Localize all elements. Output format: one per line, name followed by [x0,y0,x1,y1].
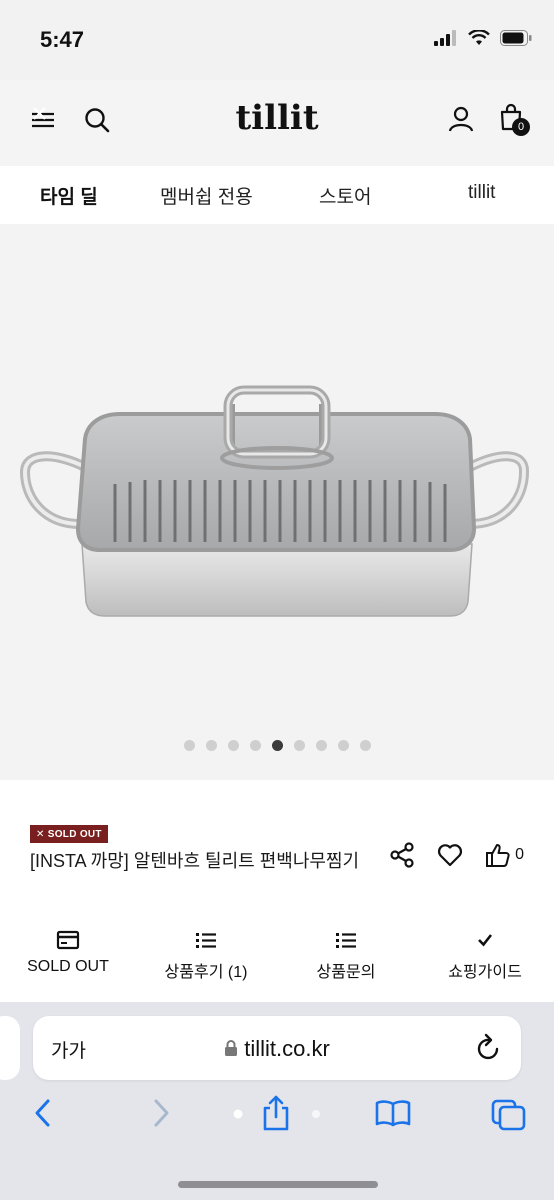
tab-shopping-guide[interactable]: 쇼핑가이드 [444,930,526,982]
carousel-dot[interactable] [337,740,349,751]
nav-tab-store[interactable]: 스토어 [319,182,371,209]
product-title: [INSTA 까망] 알텐바흐 틸리트 편백나무찜기 [30,851,360,871]
product-tab-row: SOLD OUT 상품후기 (1) 상품문의 쇼핑가이드 [0,930,554,1002]
browser-chrome: 가가 tillit.co.kr [0,1002,554,1200]
cellular-signal-icon [434,30,456,46]
share-icon[interactable] [260,1094,292,1132]
steamer-pot-illustration [19,385,529,617]
list-icon [196,933,216,948]
tab-inquiry[interactable]: 상품문의 [308,930,384,982]
url-text: tillit.co.kr [244,1036,330,1061]
tab-reviews[interactable]: 상품후기 (1) [160,930,252,982]
tab-label: 상품문의 [316,964,376,981]
tab-label: 쇼핑가이드 [448,964,522,981]
tab-label: 상품후기 (1) [164,964,248,981]
card-icon [56,930,80,950]
page-dot-icon [312,1110,320,1118]
battery-icon [500,30,532,46]
heart-icon[interactable] [437,843,463,867]
status-bar: 5:47 [0,0,554,80]
user-icon [448,106,474,132]
carousel-dot[interactable] [183,740,195,751]
carousel-dot[interactable] [315,740,327,751]
tabs-icon[interactable] [490,1098,528,1132]
address-bar[interactable]: 가가 tillit.co.kr [33,1016,521,1080]
home-indicator [178,1181,378,1188]
like-button[interactable]: 0 [485,842,524,868]
url-display: tillit.co.kr [33,1036,521,1062]
carousel-dot[interactable] [359,740,371,751]
reload-icon[interactable] [475,1032,503,1062]
carousel-dot[interactable] [205,740,217,751]
bookmarks-icon[interactable] [374,1098,412,1128]
previous-tab-preview[interactable] [0,1016,20,1080]
list-icon [336,933,356,948]
like-count: 0 [515,846,524,863]
tab-label: SOLD OUT [27,958,109,975]
site-header: tillit 0 [0,80,554,166]
cart-button[interactable]: 0 [498,102,530,136]
nav-tab-membership[interactable]: 멤버쉽 전용 [160,182,253,209]
carousel-dot[interactable] [293,740,305,751]
page-dot-icon [233,1109,243,1119]
product-actions: 0 [389,842,524,868]
status-time: 5:47 [40,27,85,52]
back-icon[interactable] [32,1098,54,1128]
status-icons [434,30,532,46]
thumbs-up-icon [486,844,510,867]
browser-toolbar [0,1095,554,1148]
carousel-dot-active[interactable] [271,740,283,751]
carousel-dot[interactable] [227,740,239,751]
share-icon[interactable] [389,842,415,868]
carousel-dot[interactable] [249,740,261,751]
sold-out-badge: ✕ SOLD OUT [30,825,108,843]
product-image[interactable] [0,224,554,780]
nav-tab-time-deal[interactable]: 타임 딜 [40,182,98,209]
cart-count-badge: 0 [512,118,530,136]
wifi-icon [468,30,490,45]
category-nav: 타임 딜 멤버쉽 전용 스토어 tillit [0,166,554,224]
carousel-indicator [0,740,554,751]
nav-tab-tillit[interactable]: tillit [468,182,495,204]
check-icon [478,934,493,947]
lock-icon [225,1040,238,1056]
forward-icon[interactable] [150,1098,172,1128]
tab-sold-out[interactable]: SOLD OUT [26,930,110,976]
account-button[interactable] [446,104,476,134]
